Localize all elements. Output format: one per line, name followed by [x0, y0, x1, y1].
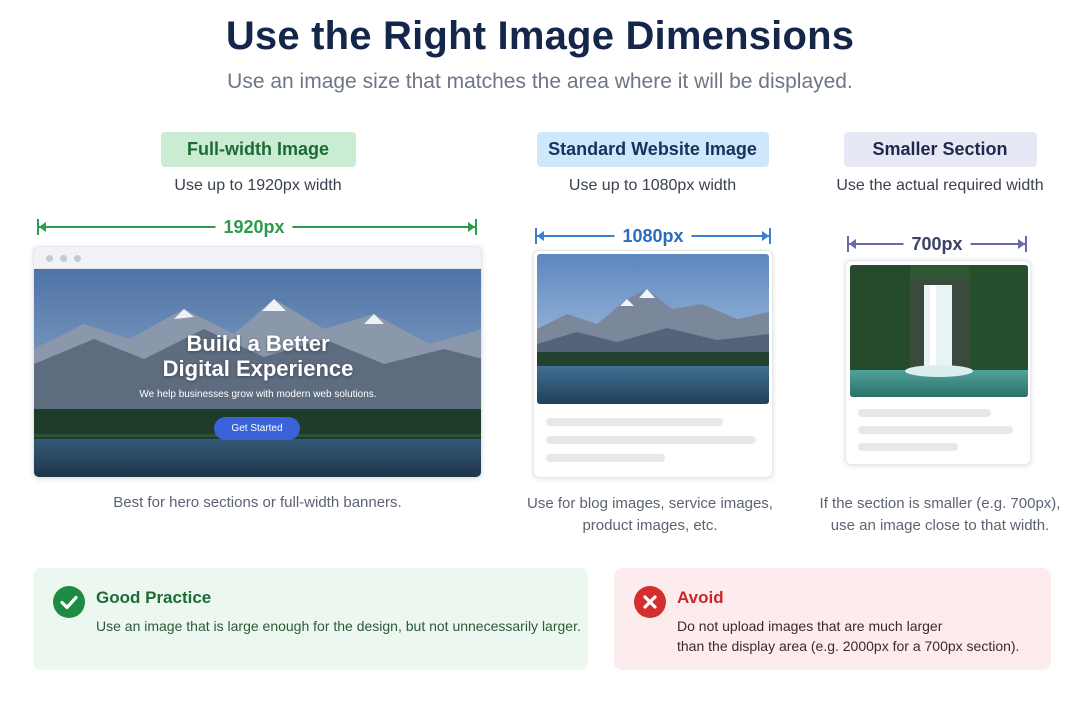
- width-note-standard: Use up to 1080px width: [568, 177, 737, 194]
- badge-full-width: Full-width Image: [160, 132, 356, 167]
- text-placeholder-line: [546, 418, 723, 426]
- text-placeholder-line: [858, 409, 991, 417]
- avoid-body: Do not upload images that are much large…: [677, 616, 1019, 656]
- hero-tagline: We help businesses grow with modern web …: [139, 389, 377, 400]
- good-practice-title: Good Practice: [96, 588, 212, 607]
- badge-smaller: Smaller Section: [843, 132, 1037, 167]
- text-placeholder-line: [546, 454, 665, 462]
- good-practice-box: Good Practice Use an image that is large…: [33, 568, 588, 670]
- width-note-full-width: Use up to 1920px width: [174, 177, 342, 194]
- caption-standard-line-1: Use for blog images, service images,: [527, 495, 773, 512]
- measure-label-1080: 1080px: [614, 223, 692, 249]
- browser-dot: [46, 255, 53, 262]
- website-mockup: [533, 250, 773, 478]
- column-smaller: Smaller Section Use the actual required …: [820, 132, 1060, 195]
- page-title: Use the Right Image Dimensions: [225, 14, 855, 58]
- hero-heading-line-2: Digital Experience: [162, 356, 354, 381]
- browser-mockup: Build a Better Digital Experience We hel…: [33, 246, 482, 478]
- waterfall-image: [850, 265, 1028, 397]
- width-note-smaller: Use the actual required width: [836, 177, 1044, 194]
- measure-1080: 1080px: [535, 223, 771, 249]
- x-circle-icon: [634, 586, 666, 618]
- caption-full-width: Best for hero sections or full-width ban…: [113, 494, 402, 511]
- caption-smaller: If the section is smaller (e.g. 700px), …: [815, 493, 1065, 537]
- page-subtitle: Use an image size that matches the area …: [227, 70, 853, 93]
- avoid-title: Avoid: [677, 588, 724, 607]
- avoid-body-line-2: than the display area (e.g. 2000px for a…: [677, 638, 1020, 654]
- standard-mountain-image: [537, 254, 769, 404]
- avoid-box: Avoid Do not upload images that are much…: [614, 568, 1051, 670]
- badge-standard: Standard Website Image: [536, 132, 769, 167]
- good-practice-body: Use an image that is large enough for th…: [96, 618, 581, 634]
- caption-standard-line-2: product images, etc.: [582, 517, 718, 534]
- browser-dot: [60, 255, 67, 262]
- measure-label-700: 700px: [903, 231, 971, 257]
- caption-smaller-line-2: use an image close to that width.: [830, 517, 1050, 534]
- measure-1920: 1920px: [37, 214, 477, 240]
- measure-700: 700px: [847, 231, 1027, 257]
- get-started-button[interactable]: Get Started: [214, 417, 300, 440]
- check-circle-icon: [53, 586, 85, 618]
- avoid-body-line-1: Do not upload images that are much large…: [677, 618, 943, 634]
- measure-label-1920: 1920px: [215, 214, 293, 240]
- column-standard: Standard Website Image Use up to 1080px …: [520, 132, 785, 195]
- caption-smaller-line-1: If the section is smaller (e.g. 700px),: [819, 495, 1061, 512]
- column-full-width: Full-width Image Use up to 1920px width: [33, 132, 483, 195]
- text-placeholder-line: [858, 426, 1013, 434]
- small-section-mockup: [845, 260, 1031, 465]
- text-placeholder-line: [546, 436, 756, 444]
- hero-heading: Build a Better Digital Experience: [34, 331, 481, 381]
- caption-standard: Use for blog images, service images, pro…: [510, 493, 790, 537]
- browser-toolbar: [34, 247, 481, 269]
- browser-dot: [74, 255, 81, 262]
- hero-heading-line-1: Build a Better: [186, 331, 330, 356]
- text-placeholder-line: [858, 443, 958, 451]
